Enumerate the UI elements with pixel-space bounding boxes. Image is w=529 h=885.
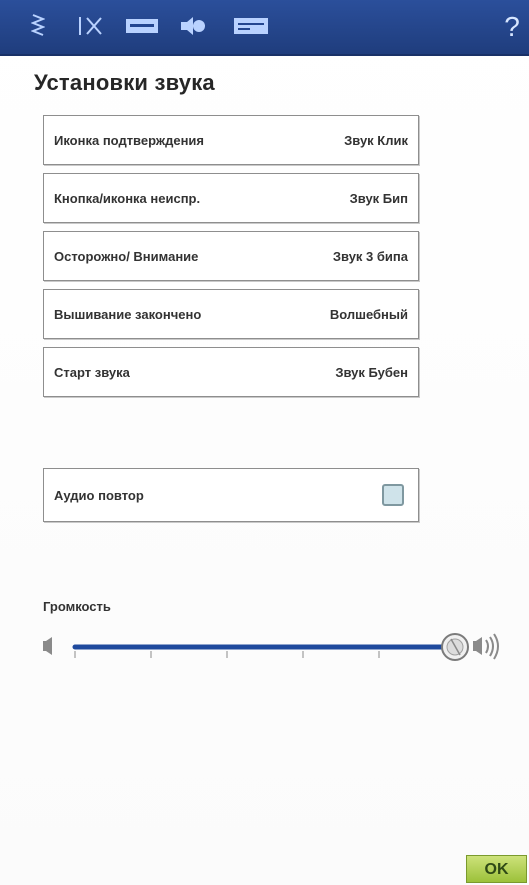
setting-row-startup-sound[interactable]: Старт звука Звук Бубен (43, 347, 419, 397)
sound-icon[interactable] (178, 11, 208, 41)
setting-label: Вышивание закончено (54, 306, 202, 322)
volume-high-icon (473, 633, 499, 660)
setting-value: Звук 3 бипа (332, 248, 408, 264)
volume-knob[interactable] (441, 633, 469, 661)
setting-label: Старт звука (54, 364, 130, 380)
setting-value: Звук Клик (344, 132, 408, 148)
audio-repeat-label: Аудио повтор (54, 487, 144, 503)
setting-value: Звук Бубен (335, 364, 408, 380)
setting-value: Звук Бип (349, 190, 408, 206)
ok-button[interactable]: OK (466, 855, 527, 883)
tension-settings-icon[interactable] (76, 11, 106, 41)
volume-ticks (74, 651, 380, 658)
volume-low-icon (43, 637, 52, 655)
page-title: Установки звука (34, 70, 215, 95)
machine-icon[interactable] (231, 11, 271, 41)
setting-row-confirm-icon[interactable]: Иконка подтверждения Звук Клик (43, 115, 419, 165)
top-toolbar: ? (0, 0, 529, 56)
setting-label: Иконка подтверждения (54, 132, 205, 148)
stitch-settings-icon[interactable] (28, 11, 48, 41)
volume-slider[interactable] (38, 627, 518, 671)
setting-row-warning[interactable]: Осторожно/ Внимание Звук 3 бипа (43, 231, 419, 281)
audio-repeat-row: Аудио повтор (43, 468, 419, 522)
help-button[interactable]: ? (501, 10, 523, 44)
volume-label: Громкость (43, 599, 111, 614)
setting-label: Кнопка/иконка неиспр. (54, 190, 201, 206)
sound-settings-screen: ? Установки звука Иконка подтверждения З… (0, 0, 529, 885)
setting-label: Осторожно/ Внимание (54, 248, 199, 264)
setting-row-error-button[interactable]: Кнопка/иконка неиспр. Звук Бип (43, 173, 419, 223)
setting-value: Волшебный (329, 306, 408, 322)
audio-repeat-checkbox[interactable] (382, 484, 404, 506)
embroidery-hoop-icon[interactable] (123, 11, 161, 41)
setting-row-embroidery-finished[interactable]: Вышивание закончено Волшебный (43, 289, 419, 339)
